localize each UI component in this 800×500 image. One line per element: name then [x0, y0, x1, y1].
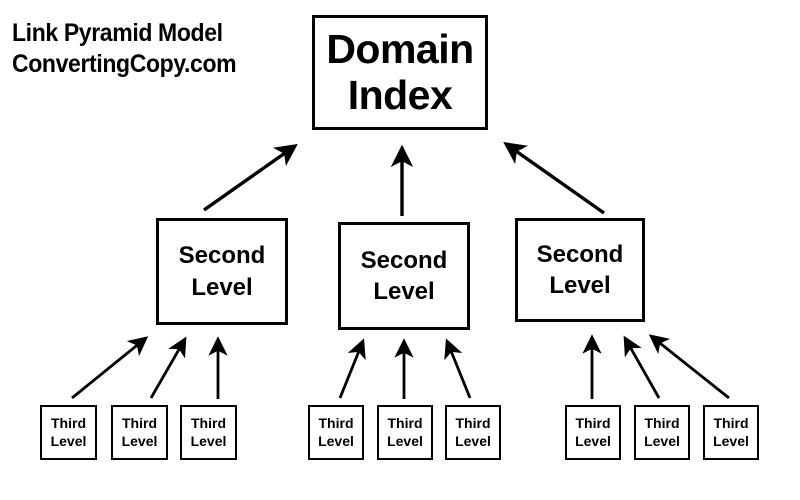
arrow-third-6-to-second-2 [444, 338, 472, 399]
diagram-canvas: Link Pyramid Model ConvertingCopy.com Do… [0, 0, 800, 500]
node-third-level-7-line-1: Third [575, 415, 611, 431]
node-third-level-9-line-1: Third [713, 415, 749, 431]
node-third-level-8-line-1: Third [644, 415, 680, 431]
node-third-level-8-line-2: Level [644, 432, 680, 449]
node-third-level-9[interactable]: Third Level [703, 405, 759, 460]
node-domain-index-line-2: Index [347, 71, 453, 118]
node-third-level-3-line-1: Third [191, 415, 226, 431]
node-domain-index-line-1: Domain [326, 25, 474, 72]
node-third-level-6-line-2: Level [455, 432, 491, 449]
node-second-level-1-line-1: Second [178, 242, 266, 270]
node-third-level-5-line-2: Level [387, 432, 423, 449]
node-second-level-3-line-1: Second [536, 240, 624, 268]
node-third-level-4[interactable]: Third Level [308, 405, 364, 460]
node-third-level-2[interactable]: Third Level [111, 405, 168, 460]
node-third-level-6-line-1: Third [455, 415, 491, 431]
arrow-third-9-to-second-3 [648, 334, 730, 400]
node-second-level-2-line-1: Second [360, 246, 448, 274]
arrow-second-1-to-top [203, 144, 298, 212]
diagram-title: Link Pyramid Model ConvertingCopy.com [12, 18, 292, 79]
node-third-level-8[interactable]: Third Level [634, 405, 690, 460]
arrow-third-8-to-second-3 [623, 335, 661, 399]
node-third-level-1-line-2: Level [50, 432, 87, 449]
arrow-third-2-to-second-1 [149, 336, 187, 399]
node-third-level-5-line-1: Third [387, 415, 423, 431]
node-third-level-1[interactable]: Third Level [40, 405, 97, 460]
node-third-level-4-line-1: Third [318, 415, 354, 431]
node-third-level-7[interactable]: Third Level [565, 405, 621, 460]
node-third-level-9-line-2: Level [713, 432, 749, 449]
node-second-level-3-line-2: Level [549, 272, 611, 299]
node-third-level-2-line-1: Third [122, 415, 157, 431]
node-domain-index[interactable]: Domain Index [312, 15, 488, 130]
node-third-level-3-line-2: Level [190, 432, 227, 449]
node-third-level-6[interactable]: Third Level [445, 405, 501, 460]
arrow-third-1-to-second-1 [71, 336, 149, 400]
node-second-level-1-line-2: Level [191, 273, 253, 301]
node-third-level-5[interactable]: Third Level [377, 405, 433, 460]
node-third-level-2-line-2: Level [121, 432, 158, 449]
node-second-level-2[interactable]: Second Level [338, 222, 470, 330]
node-second-level-2-line-2: Level [373, 278, 435, 305]
arrow-third-4-to-second-2 [338, 338, 366, 399]
node-second-level-1[interactable]: Second Level [156, 218, 288, 325]
node-third-level-3[interactable]: Third Level [180, 405, 237, 460]
title-line-1: Link Pyramid Model [12, 19, 223, 47]
title-line-2: ConvertingCopy.com [12, 49, 237, 78]
arrow-second-3-to-top [503, 142, 605, 215]
node-second-level-3[interactable]: Second Level [515, 218, 645, 322]
node-third-level-4-line-2: Level [318, 432, 354, 449]
node-third-level-7-line-2: Level [575, 432, 611, 449]
node-third-level-1-line-1: Third [51, 415, 86, 431]
